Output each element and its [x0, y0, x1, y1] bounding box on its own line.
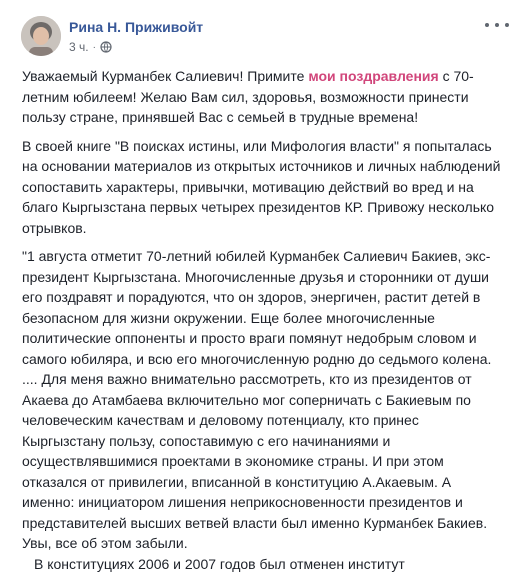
meta-separator: · — [93, 42, 96, 53]
post-paragraph: В своей книге "В поисках истины, или Миф… — [22, 136, 502, 239]
post-paragraph-greeting: Уважаемый Курманбек Салиевич! Примите мо… — [22, 66, 502, 128]
dot-icon — [485, 23, 489, 27]
globe-icon[interactable] — [100, 41, 112, 53]
avatar-image — [21, 16, 61, 56]
dot-icon — [505, 23, 509, 27]
post-header: Рина Н. Приживойт 3 ч. · — [0, 0, 521, 62]
avatar[interactable] — [21, 16, 61, 56]
post-paragraph: В конституциях 2006 и 2007 годов был отм… — [22, 554, 502, 574]
greetings-link[interactable]: мои поздравления — [308, 68, 438, 84]
post-paragraph: "1 августа отметит 70-летний юбилей Курм… — [22, 246, 502, 369]
greeting-text: Уважаемый Курманбек Салиевич! Примите — [22, 68, 308, 84]
timestamp[interactable]: 3 ч. — [69, 40, 89, 54]
dot-icon — [495, 23, 499, 27]
post-body: Уважаемый Курманбек Салиевич! Примите мо… — [22, 66, 502, 574]
more-options-icon[interactable] — [485, 18, 509, 32]
author-name[interactable]: Рина Н. Приживойт — [69, 19, 203, 35]
post-paragraph: .... Для меня важно внимательно рассмотр… — [22, 369, 502, 554]
post-meta: 3 ч. · — [69, 40, 112, 54]
